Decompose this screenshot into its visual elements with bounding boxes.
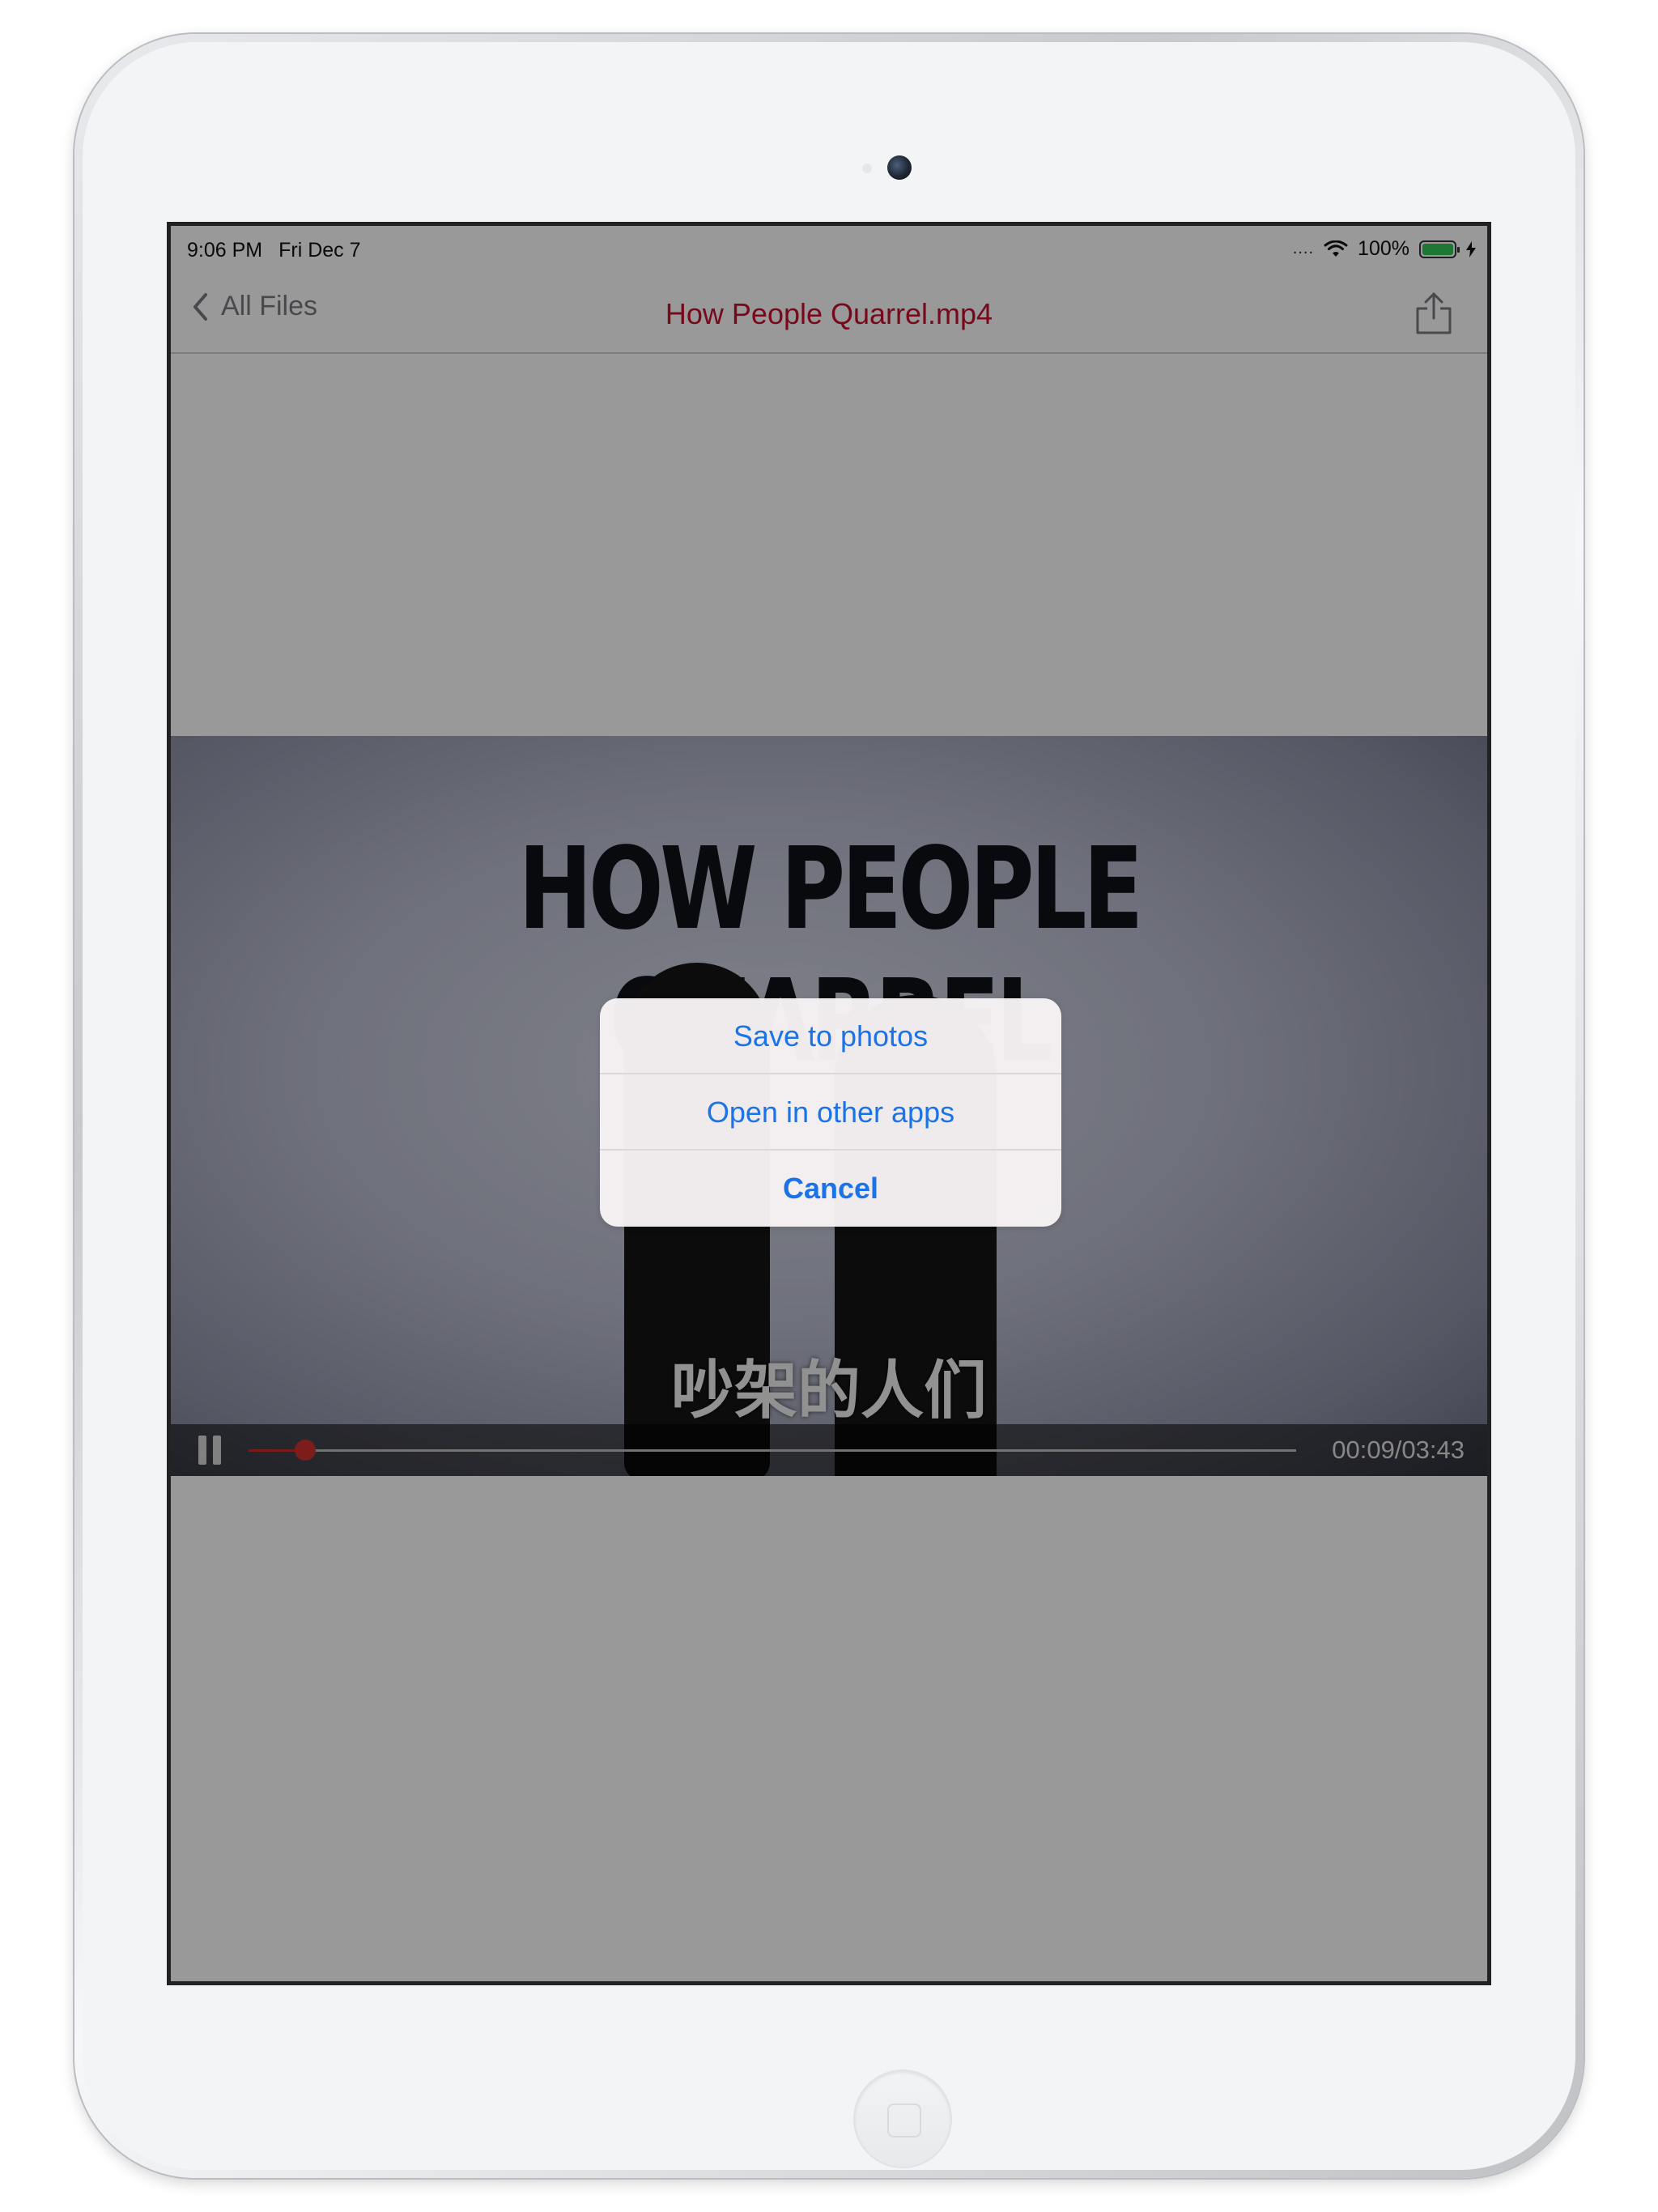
app-screen: 9:06 PM Fri Dec 7 .... 100% All Files Ho… (171, 226, 1487, 1981)
cancel-button[interactable]: Cancel (600, 1151, 1061, 1227)
front-camera (887, 155, 912, 180)
home-button[interactable] (855, 2071, 950, 2167)
action-sheet: Save to photos Open in other apps Cancel (600, 998, 1061, 1227)
open-in-other-apps-button[interactable]: Open in other apps (600, 1074, 1061, 1151)
screen: 9:06 PM Fri Dec 7 .... 100% All Files Ho… (167, 222, 1491, 1985)
save-to-photos-button[interactable]: Save to photos (600, 998, 1061, 1074)
proximity-sensor (862, 164, 872, 173)
home-square-icon (887, 2104, 921, 2138)
